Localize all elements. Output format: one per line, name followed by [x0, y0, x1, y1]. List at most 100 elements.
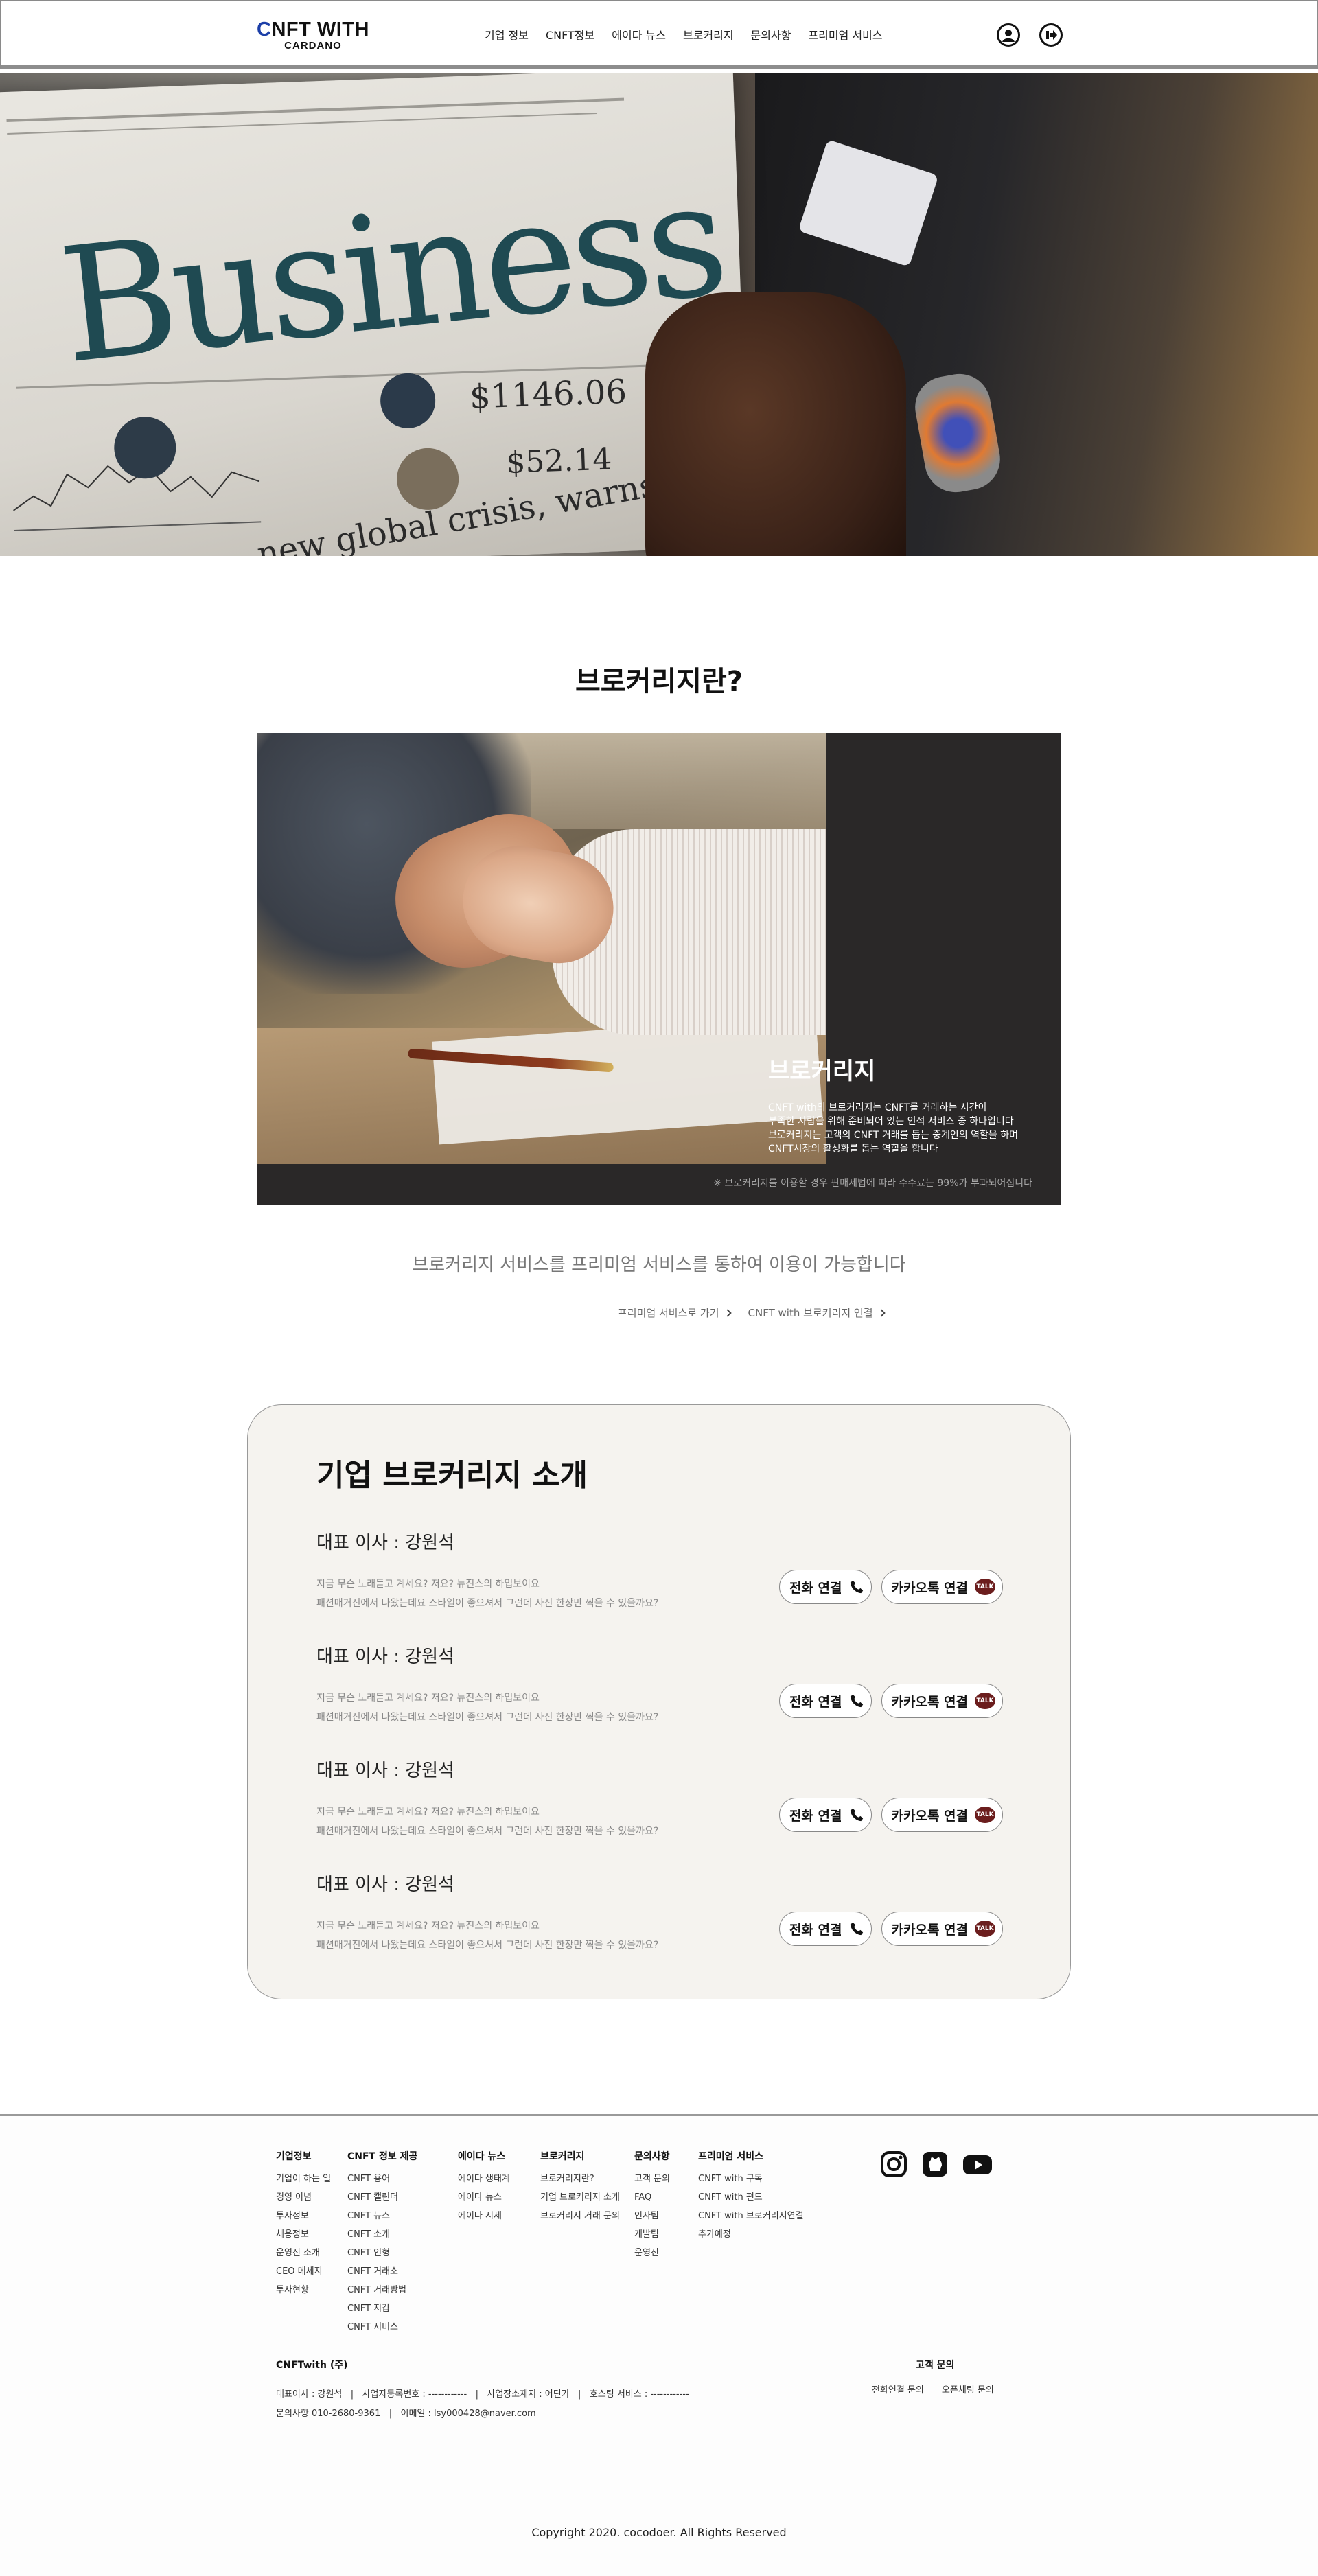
footer-link[interactable]: 기업 브로커리지 소개: [540, 2188, 620, 2207]
footer-link[interactable]: CNFT 용어: [347, 2170, 417, 2188]
company-info: 대표이사 : 강원석 | 사업자등록번호 : ------------ | 사업…: [276, 2385, 689, 2424]
corporate-brokerage-card: 기업 브로커리지 소개 대표 이사 : 강원석 지금 무슨 노래듣고 계세요? …: [247, 1404, 1071, 1999]
brokerage-fee-note: ※ 브로커리지를 이용할 경우 판매세법에 따라 수수료는 99%가 부과되어집…: [713, 1178, 1032, 1189]
user-icon[interactable]: [997, 23, 1020, 47]
broker-connect-link-label: CNFT with 브로커리지 연결: [748, 1307, 873, 1319]
kakaotalk-icon: TALK: [975, 1807, 995, 1823]
customer-service-title: 고객 문의: [916, 2360, 955, 2371]
nav-ada-news[interactable]: 에이다 뉴스: [612, 26, 666, 43]
newspaper-title: Business: [52, 147, 731, 399]
person-actions: 전화 연결 카카오톡 연결 TALK: [778, 1912, 1003, 1946]
footer-column-title: 브로커리지: [540, 2151, 585, 2162]
footer-link[interactable]: 운영진: [634, 2244, 670, 2262]
footer-link[interactable]: FAQ: [634, 2188, 670, 2207]
social-links: [880, 2150, 993, 2178]
footer-link[interactable]: CNFT with 구독: [698, 2170, 804, 2188]
phone-icon: [850, 1922, 863, 1936]
broker-connect-link[interactable]: CNFT with 브로커리지 연결: [748, 1306, 886, 1320]
header-icons: [997, 23, 1063, 47]
footer-link[interactable]: 채용정보: [276, 2225, 331, 2244]
person-actions: 전화 연결 카카오톡 연결 TALK: [778, 1570, 1003, 1604]
footer-column-title: 에이다 뉴스: [458, 2151, 506, 2162]
nav-company-info[interactable]: 기업 정보: [485, 26, 529, 43]
footer-link[interactable]: CNFT with 브로커리지연결: [698, 2207, 804, 2225]
copyright: Copyright 2020. cocodoer. All Rights Res…: [531, 2526, 787, 2539]
kakaotalk-connect-button[interactable]: 카카오톡 연결 TALK: [881, 1570, 1003, 1604]
kakaotalk-connect-label: 카카오톡 연결: [891, 1580, 969, 1596]
footer-link[interactable]: CNFT 거래소: [347, 2262, 417, 2281]
phone-inquiry-link[interactable]: 전화연결 문의: [872, 2382, 924, 2395]
newspaper-number: $1146.06: [469, 372, 627, 417]
footer-link[interactable]: 개발팀: [634, 2225, 670, 2244]
footer-column-title: 문의사항: [634, 2151, 670, 2162]
logo-letter-c: C: [257, 19, 272, 40]
person-name: 대표 이사 : 강원석: [316, 1761, 454, 1781]
page: CNFT WITH CARDANO 기업 정보 CNFT정보 에이다 뉴스 브로…: [0, 0, 1318, 2576]
kakaotalk-connect-button[interactable]: 카카오톡 연결 TALK: [881, 1912, 1003, 1946]
person-entry: 대표 이사 : 강원석 지금 무슨 노래듣고 계세요? 저요? 뉴진스의 하입보…: [316, 1756, 1003, 1859]
nav-cnft-info[interactable]: CNFT정보: [546, 26, 594, 43]
footer-link[interactable]: 인사팀: [634, 2207, 670, 2225]
footer-link[interactable]: CNFT 뉴스: [347, 2207, 417, 2225]
phone-connect-button[interactable]: 전화 연결: [778, 1798, 872, 1832]
brokerage-section-title: 브로커리지란?: [575, 666, 743, 697]
brokerage-premium-note: 브로커리지 서비스를 프리미엄 서비스를 통하여 이용이 가능합니다: [412, 1255, 906, 1275]
footer-link[interactable]: CNFT 소개: [347, 2225, 417, 2244]
logout-icon[interactable]: [1039, 23, 1063, 47]
footer-link[interactable]: 추가예정: [698, 2225, 804, 2244]
handshake-image: [257, 733, 826, 1164]
footer-link[interactable]: 운영진 소개: [276, 2244, 331, 2262]
footer-link[interactable]: CNFT 지갑: [347, 2299, 417, 2318]
instagram-icon[interactable]: [880, 2150, 907, 2178]
footer-link[interactable]: 브로커리지 거래 문의: [540, 2207, 620, 2225]
kakaotalk-icon: TALK: [975, 1693, 995, 1709]
hero-newspaper: Business $1146.06 $52.14 new global cris…: [0, 73, 750, 556]
brokerage-desc-line: CNFT시장의 활성화를 돕는 역할을 합니다: [768, 1144, 938, 1154]
logo-main: CNFT WITH: [257, 19, 369, 40]
newspaper-number: $52.14: [505, 441, 613, 480]
footer-link[interactable]: 고객 문의: [634, 2170, 670, 2188]
youtube-icon[interactable]: [962, 2150, 993, 2178]
footer-link[interactable]: CNFT with 펀드: [698, 2188, 804, 2207]
footer-column-inquiry: 문의사항 고객 문의 FAQ 인사팀 개발팀 운영진: [634, 2149, 670, 2262]
brokerage-links: 프리미엄 서비스로 가기 CNFT with 브로커리지 연결: [618, 1306, 886, 1320]
footer-link[interactable]: CEO 메세지: [276, 2262, 331, 2281]
nav-premium[interactable]: 프리미엄 서비스: [808, 26, 882, 43]
github-icon[interactable]: [921, 2150, 949, 2178]
footer-link[interactable]: CNFT 캘린더: [347, 2188, 417, 2207]
person-name: 대표 이사 : 강원석: [316, 1647, 454, 1667]
phone-connect-label: 전화 연결: [789, 1922, 842, 1938]
footer-link[interactable]: 투자현황: [276, 2281, 331, 2299]
footer-link[interactable]: CNFT 서비스: [347, 2318, 417, 2336]
footer-link[interactable]: 에이다 생태계: [458, 2170, 510, 2188]
footer-column-title: 프리미엄 서비스: [698, 2151, 764, 2162]
phone-icon: [850, 1808, 863, 1822]
footer-link[interactable]: 투자정보: [276, 2207, 331, 2225]
footer-link[interactable]: CNFT 거래방법: [347, 2281, 417, 2299]
brokerage-description: CNFT with의 브로커리지는 CNFT를 거래하는 시간이 부족한 사람을…: [768, 1101, 1056, 1156]
footer-link[interactable]: 기업이 하는 일: [276, 2170, 331, 2188]
kakaotalk-connect-button[interactable]: 카카오톡 연결 TALK: [881, 1684, 1003, 1718]
phone-connect-button[interactable]: 전화 연결: [778, 1684, 872, 1718]
brokerage-desc-line: 부족한 사람을 위해 준비되어 있는 인적 서비스 중 하나입니다: [768, 1116, 1014, 1127]
footer-column-title: CNFT 정보 제공: [347, 2151, 418, 2162]
footer-link[interactable]: 에이다 뉴스: [458, 2188, 510, 2207]
site-logo[interactable]: CNFT WITH CARDANO: [257, 19, 369, 51]
footer-link[interactable]: 브로커리지란?: [540, 2170, 620, 2188]
nav-inquiry[interactable]: 문의사항: [751, 26, 791, 43]
premium-service-link[interactable]: 프리미엄 서비스로 가기: [618, 1306, 732, 1320]
company-name: CNFTwith (주): [276, 2360, 348, 2371]
footer-link[interactable]: CNFT 인형: [347, 2244, 417, 2262]
site-footer: 기업정보 기업이 하는 일 경영 이념 투자정보 채용정보 운영진 소개 CEO…: [0, 2114, 1318, 2576]
hero-hand: [645, 292, 906, 556]
nav-brokerage[interactable]: 브로커리지: [683, 26, 734, 43]
kakaotalk-icon: TALK: [975, 1921, 995, 1937]
kakaotalk-connect-button[interactable]: 카카오톡 연결 TALK: [881, 1798, 1003, 1832]
phone-icon: [850, 1580, 863, 1594]
footer-link[interactable]: 경영 이념: [276, 2188, 331, 2207]
openchat-inquiry-link[interactable]: 오픈채팅 문의: [942, 2382, 994, 2395]
phone-connect-button[interactable]: 전화 연결: [778, 1570, 872, 1604]
company-info-line: 문의사항 010-2680-9361 | 이메일 : lsy000428@nav…: [276, 2409, 536, 2419]
footer-link[interactable]: 에이다 시세: [458, 2207, 510, 2225]
phone-connect-button[interactable]: 전화 연결: [778, 1912, 872, 1946]
